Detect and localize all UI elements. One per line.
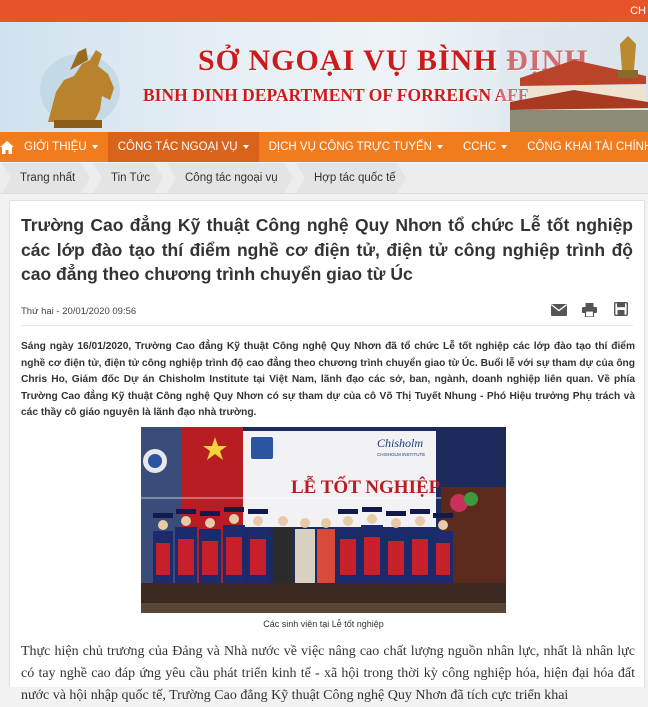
caret-down-icon [501,145,508,149]
home-button[interactable] [0,132,14,162]
top-bar: CH [0,0,648,22]
nav-item-label: CÔNG KHAI TÀI CHÍNH [527,141,648,153]
statue-icon [40,48,120,128]
caret-down-icon [437,145,443,149]
nav-item-label: DỊCH VỤ CÔNG TRỰC TUYẾN [268,141,432,153]
article-title: Trường Cao đẳng Kỹ thuật Công nghệ Quy N… [21,215,633,284]
caret-down-icon [242,145,249,149]
photo-logo-sub: CHISHOLM INSTITUTE [377,452,425,457]
nav-item-gioi-thieu[interactable]: GIỚI THIỆU [14,132,108,162]
article-body: Thực hiện chủ trương của Đảng và Nhà nướ… [21,644,635,703]
breadcrumb-cong-tac-ngoai-vu[interactable]: Công tác ngoại vụ [167,163,293,193]
nav-item-cchc[interactable]: CCHC [453,132,517,162]
nav-item-cong-khai-tai-chinh[interactable]: CÔNG KHAI TÀI CHÍNH [517,132,648,162]
site-banner[interactable]: SỞ NGOẠI VỤ BÌNH ĐỊNH BINH DINH DEPARTME… [0,22,648,132]
nav-item-dich-vu-cong[interactable]: DỊCH VỤ CÔNG TRỰC TUYẾN [259,132,453,162]
graduation-photo: Chisholm CHISHOLM INSTITUTE LỄ TỐT NGHIỆ… [141,427,506,613]
breadcrumb-tin-tuc[interactable]: Tin Tức [93,163,163,193]
home-icon [0,140,14,154]
breadcrumb-label: Công tác ngoại vụ [185,172,278,184]
save-icon[interactable] [614,302,628,316]
breadcrumb-label: Tin Tức [111,172,151,184]
article-card: Trường Cao đẳng Kỹ thuật Công nghệ Quy N… [9,200,645,703]
article-date: Thứ hai - 20/01/2020 09:56 [21,306,137,317]
main-nav: GIỚI THIỆU CÔNG TÁC NGOẠI VỤ DỊCH VỤ CÔN… [0,132,648,162]
breadcrumb-hop-tac-quoc-te[interactable]: Hợp tác quốc tế [296,163,406,193]
breadcrumb-label: Trang nhất [20,172,76,184]
breadcrumb-label: Hợp tác quốc tế [314,172,396,184]
print-icon[interactable] [582,303,597,317]
breadcrumb-home[interactable]: Trang nhất [2,163,90,193]
photo-logo-text: Chisholm [377,436,423,450]
divider [21,325,633,326]
breadcrumb: Trang nhất Tin Tức Công tác ngoại vụ Hợp… [0,163,648,194]
photo-caption: Các sinh viên tại Lễ tốt nghiệp [263,619,384,629]
nav-item-label: GIỚI THIỆU [24,141,87,153]
top-bar-link[interactable]: CH [630,0,648,22]
photo-banner-text: LỄ TỐT NGHIỆP [291,476,441,498]
caret-down-icon [91,145,98,149]
email-icon[interactable] [551,304,567,316]
article-lead: Sáng ngày 16/01/2020, Trường Cao đẳng Kỹ… [21,341,635,418]
nav-item-label: CÔNG TÁC NGOẠI VỤ [117,141,238,153]
pavilion-icon [500,30,648,132]
article-tools [551,302,631,318]
nav-item-label: CCHC [463,141,497,153]
nav-item-cong-tac-ngoai-vu[interactable]: CÔNG TÁC NGOẠI VỤ [107,132,259,162]
